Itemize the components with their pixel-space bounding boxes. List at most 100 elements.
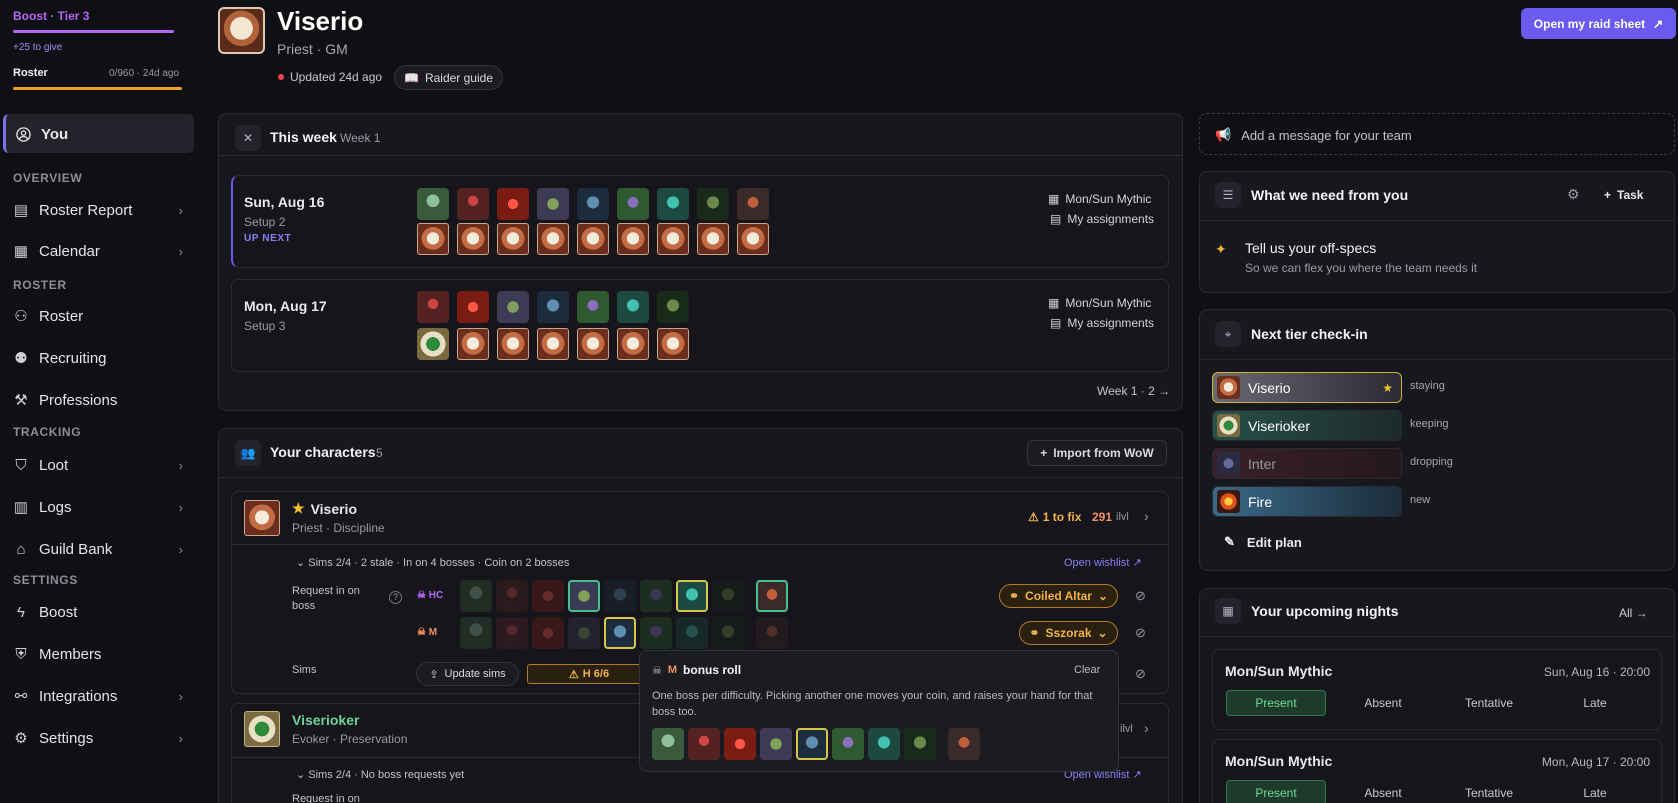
boss-request-icon[interactable] bbox=[676, 617, 708, 649]
update-sims-button[interactable]: ⇪ Update sims bbox=[416, 662, 519, 686]
sims-summary[interactable]: ⌄ Sims 2/4 · 2 stale · In on 4 bosses · … bbox=[296, 556, 569, 569]
bonus-roll-boss-icon[interactable] bbox=[948, 728, 980, 760]
tier-row-viserioker[interactable]: Viserioker bbox=[1212, 410, 1402, 441]
rsvp-late-button[interactable]: Late bbox=[1545, 690, 1645, 716]
bonus-roll-boss-icon[interactable] bbox=[832, 728, 864, 760]
boss-icon[interactable] bbox=[577, 291, 609, 323]
bonus-roll-boss-icon[interactable] bbox=[904, 728, 936, 760]
rsvp-absent-button[interactable]: Absent bbox=[1333, 780, 1433, 803]
chevron-right-icon[interactable]: › bbox=[1144, 720, 1149, 736]
raider-portrait[interactable] bbox=[417, 223, 449, 255]
character-name-row[interactable]: ★ Viserio bbox=[292, 500, 357, 517]
tier-row-inter[interactable]: Inter bbox=[1212, 448, 1402, 479]
boss-request-icon[interactable] bbox=[756, 580, 788, 612]
character-name[interactable]: Viserioker bbox=[292, 712, 359, 728]
sliders-icon[interactable]: ⚙ bbox=[1567, 186, 1580, 203]
raider-portrait[interactable] bbox=[577, 328, 609, 360]
boss-icon[interactable] bbox=[697, 188, 729, 220]
help-icon[interactable]: ? bbox=[389, 591, 402, 604]
boss-icon[interactable] bbox=[657, 291, 689, 323]
tier-row-fire[interactable]: Fire bbox=[1212, 486, 1402, 517]
boss-icon[interactable] bbox=[617, 291, 649, 323]
sidebar-item-recruiting[interactable]: ⚉ Recruiting bbox=[13, 346, 183, 370]
sidebar-item-loot[interactable]: ⛉ Loot › bbox=[13, 453, 183, 477]
week-pager[interactable]: Week 1 · 2 → bbox=[1097, 384, 1170, 398]
raider-guide-button[interactable]: 📖 Raider guide bbox=[394, 65, 503, 90]
raider-portrait[interactable] bbox=[617, 328, 649, 360]
raider-portrait[interactable] bbox=[457, 223, 489, 255]
rsvp-tentative-button[interactable]: Tentative bbox=[1439, 690, 1539, 716]
boss-icon[interactable] bbox=[617, 188, 649, 220]
sidebar-item-roster[interactable]: ⚇ Roster bbox=[13, 304, 183, 328]
m-item-dropdown[interactable]: ⚭ Sszorak ⌄ bbox=[1019, 621, 1118, 645]
sidebar-item-roster-report[interactable]: ▤ Roster Report › bbox=[13, 198, 183, 222]
boss-request-icon[interactable] bbox=[496, 580, 528, 612]
sidebar-item-you-content[interactable]: You bbox=[16, 122, 186, 146]
need-title[interactable]: Tell us your off-specs bbox=[1245, 240, 1376, 256]
boss-request-icon[interactable] bbox=[604, 580, 636, 612]
raider-portrait[interactable] bbox=[537, 328, 569, 360]
boss-icon[interactable] bbox=[457, 291, 489, 323]
boss-request-icon[interactable] bbox=[640, 617, 672, 649]
sidebar-item-settings[interactable]: ⚙ Settings › bbox=[13, 726, 183, 750]
raider-portrait[interactable] bbox=[657, 328, 689, 360]
boss-request-icon[interactable] bbox=[756, 617, 788, 649]
popover-clear-button[interactable]: Clear bbox=[1074, 664, 1100, 676]
bonus-roll-boss-icon[interactable] bbox=[796, 728, 828, 760]
raider-portrait[interactable] bbox=[697, 223, 729, 255]
raider-portrait[interactable] bbox=[737, 223, 769, 255]
boss-icon[interactable] bbox=[577, 188, 609, 220]
sims-heroic-badge[interactable]: ⚠ H 6/6 bbox=[527, 664, 651, 684]
boss-icon[interactable] bbox=[537, 291, 569, 323]
hc-item-dropdown[interactable]: ⚭ Coiled Altar ⌄ bbox=[999, 584, 1118, 608]
tier-row-viserio[interactable]: Viserio ★ bbox=[1212, 372, 1402, 403]
boss-icon[interactable] bbox=[417, 188, 449, 220]
evoker-portrait[interactable] bbox=[417, 328, 449, 360]
sidebar-item-guild-bank[interactable]: ⌂ Guild Bank › bbox=[13, 537, 183, 561]
boss-icon[interactable] bbox=[417, 291, 449, 323]
boss-request-icon[interactable] bbox=[712, 580, 744, 612]
boss-request-icon[interactable] bbox=[460, 617, 492, 649]
boss-icon[interactable] bbox=[457, 188, 489, 220]
boss-request-icon[interactable] bbox=[460, 580, 492, 612]
boss-request-icon[interactable] bbox=[568, 617, 600, 649]
rsvp-absent-button[interactable]: Absent bbox=[1333, 690, 1433, 716]
add-task-button[interactable]: + Task bbox=[1604, 188, 1643, 202]
boss-icon[interactable] bbox=[497, 291, 529, 323]
eye-off-icon[interactable]: ⊘ bbox=[1135, 666, 1146, 682]
boss-request-icon[interactable] bbox=[712, 617, 744, 649]
eye-off-icon[interactable]: ⊘ bbox=[1135, 625, 1146, 641]
sidebar-item-integrations[interactable]: ⚯ Integrations › bbox=[13, 684, 183, 708]
night-card-2[interactable] bbox=[231, 279, 1169, 372]
sidebar-item-logs[interactable]: ▥ Logs › bbox=[13, 495, 183, 519]
boss-request-icon[interactable] bbox=[532, 617, 564, 649]
eye-off-icon[interactable]: ⊘ bbox=[1135, 588, 1146, 604]
sidebar-item-professions[interactable]: ⚒ Professions bbox=[13, 388, 183, 412]
rsvp-present-button[interactable]: Present bbox=[1226, 690, 1326, 716]
raider-portrait[interactable] bbox=[657, 223, 689, 255]
raider-portrait[interactable] bbox=[457, 328, 489, 360]
sidebar-item-calendar[interactable]: ▦ Calendar › bbox=[13, 239, 183, 263]
boss-icon[interactable] bbox=[657, 188, 689, 220]
boss-request-icon[interactable] bbox=[640, 580, 672, 612]
bonus-roll-boss-icon[interactable] bbox=[724, 728, 756, 760]
fix-badge[interactable]: ⚠ 1 to fix bbox=[1028, 510, 1081, 524]
boost-tier-label[interactable]: Boost · Tier 3 bbox=[13, 9, 89, 23]
raider-portrait[interactable] bbox=[497, 328, 529, 360]
edit-plan-button[interactable]: ✎ Edit plan bbox=[1224, 534, 1302, 550]
boss-icon[interactable] bbox=[737, 188, 769, 220]
boss-request-icon[interactable] bbox=[532, 580, 564, 612]
night-event[interactable]: ▦ Mon/Sun Mythic bbox=[1048, 192, 1151, 206]
boss-request-icon[interactable] bbox=[676, 580, 708, 612]
all-nights-link[interactable]: All → bbox=[1619, 606, 1648, 620]
my-assignments-link[interactable]: ▤ My assignments bbox=[1050, 316, 1154, 330]
bonus-roll-boss-icon[interactable] bbox=[688, 728, 720, 760]
open-raid-sheet-button[interactable]: Open my raid sheet ↗ bbox=[1521, 8, 1676, 39]
boss-request-icon[interactable] bbox=[496, 617, 528, 649]
raider-portrait[interactable] bbox=[577, 223, 609, 255]
chevron-right-icon[interactable]: › bbox=[1144, 508, 1149, 524]
raider-portrait[interactable] bbox=[617, 223, 649, 255]
sims-summary[interactable]: ⌄ Sims 2/4 · No boss requests yet bbox=[296, 768, 464, 781]
boss-request-icon[interactable] bbox=[568, 580, 600, 612]
rsvp-present-button[interactable]: Present bbox=[1226, 780, 1326, 803]
